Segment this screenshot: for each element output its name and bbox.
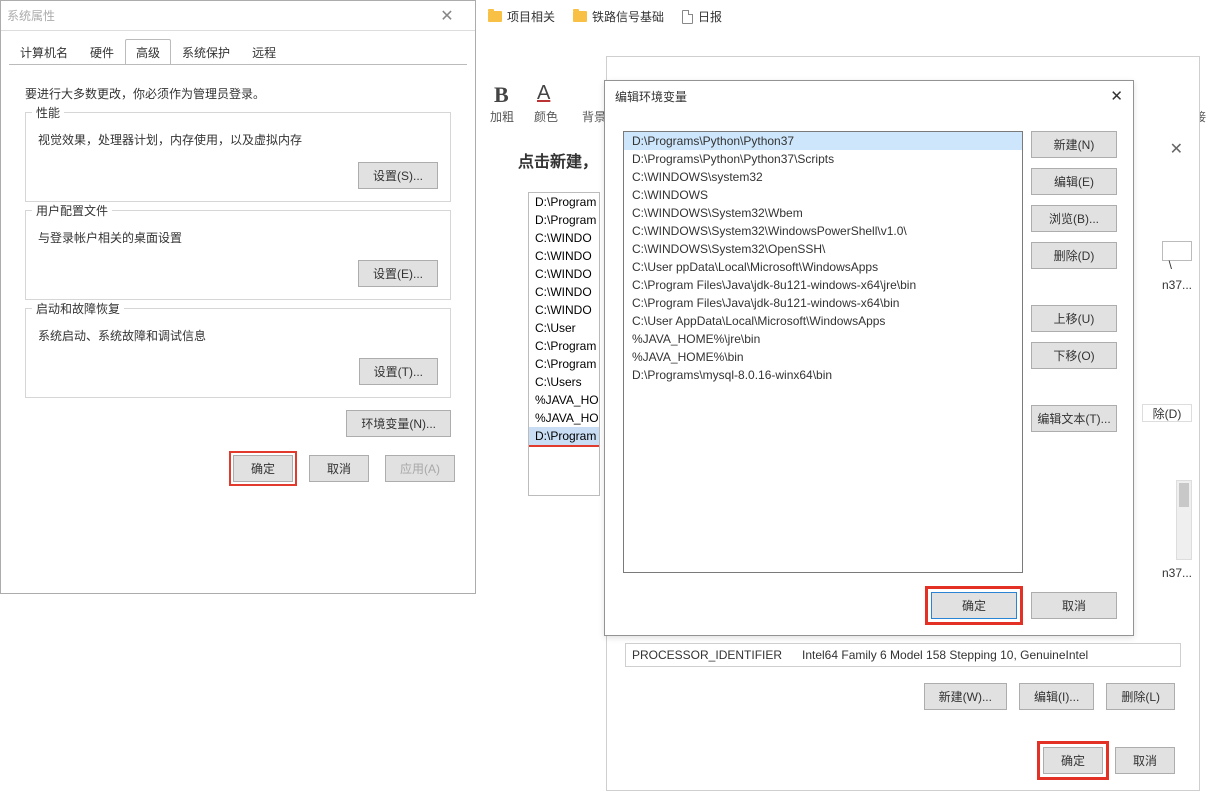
scrollbar[interactable] (1176, 480, 1192, 560)
path-list[interactable]: D:\Programs\Python\Python37D:\Programs\P… (623, 131, 1023, 573)
user-profile-group: 用户配置文件 与登录帐户相关的桌面设置 设置(E)... (25, 210, 451, 300)
cancel-button[interactable]: 取消 (1031, 592, 1117, 619)
delete-button[interactable]: 删除(D) (1031, 242, 1117, 269)
cancel-button[interactable]: 取消 (309, 455, 369, 482)
sysvar-name: PROCESSOR_IDENTIFIER (632, 648, 802, 662)
breadcrumb-item[interactable]: 铁路信号基础 (573, 8, 664, 25)
fragment-box (1162, 241, 1192, 261)
group-desc: 系统启动、系统故障和调试信息 (38, 327, 438, 344)
list-item[interactable]: C:\Program Files\Java\jdk-8u121-windows-… (624, 294, 1022, 312)
tab-远程[interactable]: 远程 (241, 39, 287, 65)
env-vars-button[interactable]: 环境变量(N)... (346, 410, 451, 437)
delete-button[interactable]: 删除(L) (1106, 683, 1175, 710)
env-list-fragment: D:\ProgramD:\ProgramC:\WINDOC:\WINDOC:\W… (528, 192, 600, 496)
admin-note: 要进行大多数更改，你必须作为管理员登录。 (25, 85, 451, 102)
file-icon (682, 10, 693, 24)
bold-icon[interactable]: B (494, 82, 509, 108)
fragment-text: n37... (1142, 566, 1192, 584)
bold-label: 加粗 (490, 108, 514, 125)
sysvar-value: Intel64 Family 6 Model 158 Stepping 10, … (802, 648, 1088, 662)
close-icon[interactable]: ✕ (425, 6, 469, 26)
group-title: 启动和故障恢复 (32, 300, 124, 317)
tab-计算机名[interactable]: 计算机名 (9, 39, 79, 65)
group-title: 性能 (32, 104, 64, 121)
breadcrumb-item[interactable]: 日报 (682, 8, 722, 25)
apply-button[interactable]: 应用(A) (385, 455, 455, 482)
list-item[interactable]: C:\WINDOWS\system32 (624, 168, 1022, 186)
breadcrumb-item[interactable]: 项目相关 (488, 8, 555, 25)
color-icon[interactable]: A (537, 82, 550, 105)
tab-系统保护[interactable]: 系统保护 (171, 39, 241, 65)
ok-button[interactable]: 确定 (931, 592, 1017, 619)
fragment-text: n37... (1142, 278, 1192, 298)
move-up-button[interactable]: 上移(U) (1031, 305, 1117, 332)
sysvar-row[interactable]: PROCESSOR_IDENTIFIER Intel64 Family 6 Mo… (625, 643, 1181, 667)
list-item[interactable]: D:\Programs\Python\Python37 (624, 132, 1022, 150)
list-item[interactable]: C:\WINDOWS (624, 186, 1022, 204)
edit-button[interactable]: 编辑(I)... (1019, 683, 1094, 710)
edit-text-button[interactable]: 编辑文本(T)... (1031, 405, 1117, 432)
folder-icon (573, 11, 587, 22)
new-button[interactable]: 新建(W)... (924, 683, 1007, 710)
performance-group: 性能 视觉效果，处理器计划，内存使用，以及虚拟内存 设置(S)... (25, 112, 451, 202)
breadcrumb: 项目相关 铁路信号基础 日报 (488, 8, 722, 25)
group-title: 用户配置文件 (32, 202, 112, 219)
settings-button[interactable]: 设置(E)... (358, 260, 438, 287)
ok-button[interactable]: 确定 (1043, 747, 1103, 774)
group-desc: 视觉效果，处理器计划，内存使用，以及虚拟内存 (38, 131, 438, 148)
tab-硬件[interactable]: 硬件 (79, 39, 125, 65)
list-item[interactable]: C:\User AppData\Local\Microsoft\WindowsA… (624, 312, 1022, 330)
move-down-button[interactable]: 下移(O) (1031, 342, 1117, 369)
fragment-backslash: \ (1169, 258, 1172, 272)
list-item[interactable]: %JAVA_HOME%\jre\bin (624, 330, 1022, 348)
list-item[interactable]: C:\WINDOWS\System32\OpenSSH\ (624, 240, 1022, 258)
folder-icon (488, 11, 502, 22)
list-item[interactable]: %JAVA_HOME%\bin (624, 348, 1022, 366)
dialog-title: 系统属性 (7, 7, 425, 24)
settings-button[interactable]: 设置(T)... (359, 358, 438, 385)
dialog-title: 编辑环境变量 (615, 88, 1093, 105)
list-item[interactable]: D:\Programs\mysql-8.0.16-winx64\bin (624, 366, 1022, 384)
edit-button[interactable]: 编辑(E) (1031, 168, 1117, 195)
list-item[interactable]: C:\User ppData\Local\Microsoft\WindowsAp… (624, 258, 1022, 276)
edit-env-var-dialog: 编辑环境变量 ✕ D:\Programs\Python\Python37D:\P… (604, 80, 1134, 636)
list-item[interactable]: C:\WINDOWS\System32\Wbem (624, 204, 1022, 222)
system-properties-dialog: 系统属性 ✕ 计算机名硬件高级系统保护远程 要进行大多数更改，你必须作为管理员登… (0, 0, 476, 594)
tab-高级[interactable]: 高级 (125, 39, 171, 65)
delete-fragment-button[interactable]: 除(D) (1142, 404, 1192, 422)
list-item[interactable]: C:\WINDOWS\System32\WindowsPowerShell\v1… (624, 222, 1022, 240)
background-label: 背景 (582, 108, 606, 125)
close-icon[interactable]: ✕ (1093, 87, 1123, 105)
instruction-title: 点击新建， (518, 148, 598, 172)
tabstrip: 计算机名硬件高级系统保护远程 (9, 39, 475, 65)
list-item[interactable]: C:\Program Files\Java\jdk-8u121-windows-… (624, 276, 1022, 294)
group-desc: 与登录帐户相关的桌面设置 (38, 229, 438, 246)
list-item[interactable]: D:\Programs\Python\Python37\Scripts (624, 150, 1022, 168)
cancel-button[interactable]: 取消 (1115, 747, 1175, 774)
ok-button[interactable]: 确定 (233, 455, 293, 482)
settings-button[interactable]: 设置(S)... (358, 162, 438, 189)
browse-button[interactable]: 浏览(B)... (1031, 205, 1117, 232)
startup-recovery-group: 启动和故障恢复 系统启动、系统故障和调试信息 设置(T)... (25, 308, 451, 398)
close-icon[interactable]: ✕ (1170, 139, 1183, 159)
scrollbar-thumb[interactable] (1179, 483, 1189, 507)
color-label: 颜色 (534, 108, 558, 125)
new-button[interactable]: 新建(N) (1031, 131, 1117, 158)
